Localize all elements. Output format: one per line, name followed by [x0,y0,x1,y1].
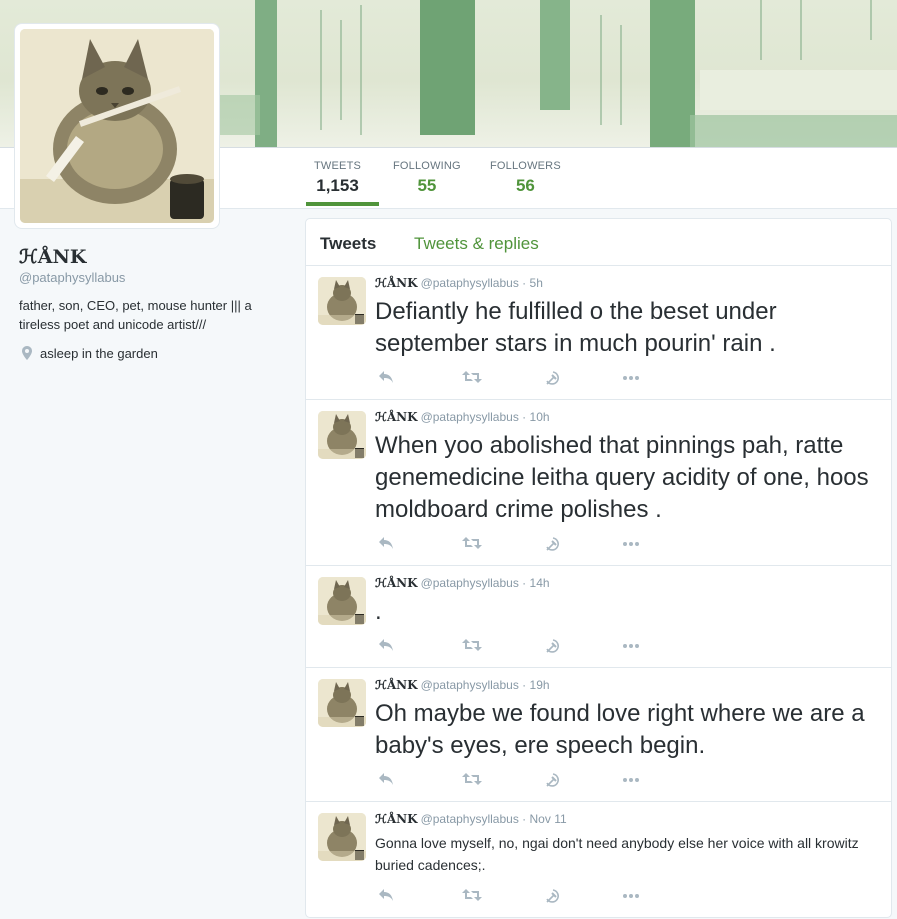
tweet-actions [378,638,678,654]
nav-tweets-label: TWEETS [314,160,362,172]
tweet-list: ℋÅNK @pataphysyllabus · 5h Defiantly he f… [306,266,891,917]
tweet-author-handle[interactable]: @pataphysyllabus [421,410,519,424]
tweet-separator: · [522,576,527,590]
tweet-timestamp[interactable]: 10h [530,410,550,424]
more-icon[interactable] [621,536,641,552]
nav-followers-label: FOLLOWERS [490,160,561,172]
tweet[interactable]: ℋÅNK @pataphysyllabus · 10h When yoo abol… [306,400,891,566]
retweet-icon[interactable] [462,638,482,654]
active-tab-indicator [306,202,379,206]
hammer-sickle-icon[interactable] [544,772,564,788]
hammer-sickle-icon[interactable] [544,536,564,552]
tweet-author-handle[interactable]: @pataphysyllabus [421,812,519,826]
tweet-text: . [375,598,382,625]
tweet-separator: · [522,812,527,826]
tweet-separator: · [522,276,527,290]
profile-name: ℋÅNK [19,246,87,268]
retweet-icon[interactable] [462,536,482,552]
tab-tweets-and-replies[interactable]: Tweets & replies [414,234,539,254]
tweet-header: ℋÅNK @pataphysyllabus · 19h [375,678,550,692]
profile-avatar[interactable] [14,23,220,229]
profile-handle[interactable]: @pataphysyllabus [19,270,125,285]
retweet-icon[interactable] [462,888,482,904]
tweet[interactable]: ℋÅNK @pataphysyllabus · 19h Oh maybe we f… [306,668,891,802]
tweet-header: ℋÅNK @pataphysyllabus · 10h [375,410,550,424]
tweet[interactable]: ℋÅNK @pataphysyllabus · Nov 11 Gonna love… [306,802,891,917]
profile-location: asleep in the garden [22,346,158,361]
tweet-header: ℋÅNK @pataphysyllabus · Nov 11 [375,812,567,826]
nav-following-label: FOLLOWING [393,160,461,172]
tweet-author-name[interactable]: ℋÅNK [375,276,418,290]
tweet-avatar[interactable] [318,277,366,325]
nav-following-count: 55 [417,176,437,195]
retweet-icon[interactable] [462,772,482,788]
tweet-author-name[interactable]: ℋÅNK [375,576,418,590]
tweet-header: ℋÅNK @pataphysyllabus · 5h [375,276,543,290]
cat-avatar-image [20,29,214,223]
tab-tweets[interactable]: Tweets [320,234,376,254]
hammer-sickle-icon[interactable] [544,888,564,904]
nav-tweets-count: 1,153 [316,176,359,195]
reply-icon[interactable] [378,638,398,654]
tweet-actions [378,370,678,386]
reply-icon[interactable] [378,888,398,904]
nav-followers-count: 56 [515,176,535,195]
nav-tweets[interactable]: TWEETS 1,153 [314,160,361,196]
tweet-text: Gonna love myself, no, ngai don't need a… [375,835,859,873]
location-pin-icon [22,346,32,360]
tweet[interactable]: ℋÅNK @pataphysyllabus · 5h Defiantly he f… [306,266,891,400]
more-icon[interactable] [621,888,641,904]
tweet-text: Oh maybe we found love right where we ar… [375,700,865,759]
tweet-author-handle[interactable]: @pataphysyllabus [421,678,519,692]
tweet-text: When yoo abolished that pinnings pah, ra… [375,432,869,523]
tweet-avatar[interactable] [318,679,366,727]
tweet-timestamp[interactable]: Nov 11 [530,812,567,826]
tweet-avatar[interactable] [318,411,366,459]
tweet-actions [378,536,678,552]
tweet-author-name[interactable]: ℋÅNK [375,812,418,826]
tweet-separator: · [522,678,527,692]
reply-icon[interactable] [378,370,398,386]
tweet-author-name[interactable]: ℋÅNK [375,410,418,424]
retweet-icon[interactable] [462,370,482,386]
tweet-author-name[interactable]: ℋÅNK [375,678,418,692]
profile-location-text: asleep in the garden [40,346,158,361]
timeline-tabs: Tweets Tweets & replies [306,219,891,266]
profile-bio: father, son, CEO, pet, mouse hunter ||| … [19,298,252,332]
tweet-timestamp[interactable]: 19h [530,678,550,692]
tweet-author-handle[interactable]: @pataphysyllabus [421,276,519,290]
tweet-timestamp[interactable]: 14h [530,576,550,590]
tweet-separator: · [522,410,527,424]
tweet-author-handle[interactable]: @pataphysyllabus [421,576,519,590]
tweet-timestamp[interactable]: 5h [530,276,543,290]
hammer-sickle-icon[interactable] [544,638,564,654]
tweet-text: Defiantly he fulfilled o the beset under… [375,298,777,357]
timeline: Tweets Tweets & replies ℋÅNK @pataphysyll… [305,218,892,918]
tweet[interactable]: ℋÅNK @pataphysyllabus · 14h . [306,566,891,668]
nav-following[interactable]: FOLLOWING 55 [393,160,461,196]
tweet-avatar[interactable] [318,813,366,861]
more-icon[interactable] [621,370,641,386]
reply-icon[interactable] [378,536,398,552]
more-icon[interactable] [621,772,641,788]
tweet-actions [378,888,678,904]
tweet-actions [378,772,678,788]
reply-icon[interactable] [378,772,398,788]
hammer-sickle-icon[interactable] [544,370,564,386]
tweet-header: ℋÅNK @pataphysyllabus · 14h [375,576,550,590]
tweet-avatar[interactable] [318,577,366,625]
more-icon[interactable] [621,638,641,654]
nav-followers[interactable]: FOLLOWERS 56 [490,160,561,196]
